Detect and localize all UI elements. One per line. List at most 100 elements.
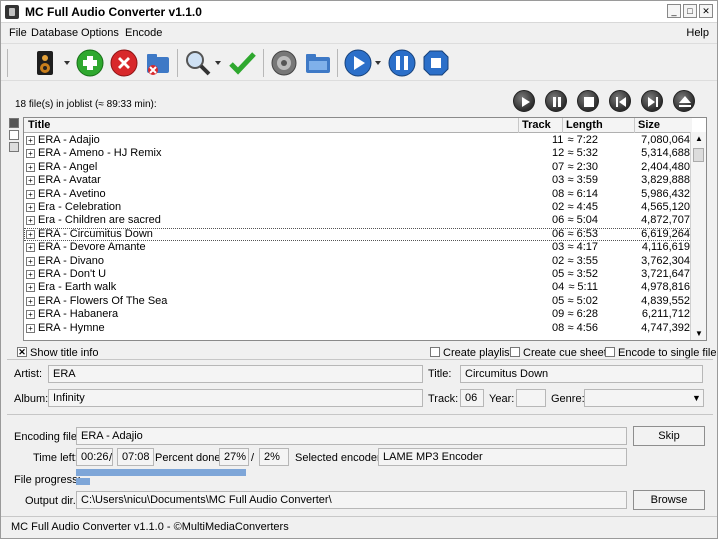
table-row[interactable]: + ERA - Habanera 09 ≈ 6:28 6,211,712 (24, 308, 692, 321)
table-row[interactable]: + ERA - Devore Amante 03 ≈ 4:17 4,116,619 (24, 241, 692, 254)
eject-button[interactable] (673, 90, 695, 112)
table-row[interactable]: + ERA - Angel 07 ≈ 2:30 2,404,480 (24, 161, 692, 174)
expand-icon[interactable]: + (26, 283, 35, 293)
scroll-down-icon[interactable]: ▼ (695, 329, 703, 338)
pause-icon[interactable] (387, 48, 417, 78)
menu-encode[interactable]: Encode (125, 27, 162, 39)
row-title: Era - Earth walk (38, 281, 117, 294)
expand-icon[interactable]: + (26, 149, 35, 159)
time-left-field: 00:26 (76, 448, 113, 466)
table-row[interactable]: + ERA - Don't U 05 ≈ 3:52 3,721,647 (24, 268, 692, 281)
expand-icon[interactable]: + (26, 310, 35, 320)
minimize-button[interactable]: _ (667, 4, 681, 18)
settings-icon[interactable] (269, 48, 299, 78)
percent-file-field: 27% (219, 448, 249, 466)
track-field[interactable]: 06 (460, 389, 484, 407)
edit-toggle-icon[interactable] (9, 142, 19, 152)
create-playlist-checkbox[interactable] (430, 347, 440, 357)
folder-icon[interactable] (303, 48, 333, 78)
menu-options[interactable]: Options (81, 27, 119, 39)
row-track: 03 (552, 241, 565, 254)
stop-icon[interactable] (421, 48, 451, 78)
header-title[interactable]: Title (28, 119, 50, 132)
file-progress-bar (76, 469, 706, 487)
table-row[interactable]: + ERA - Hymne 08 ≈ 4:56 4,747,392 (24, 322, 692, 335)
table-row[interactable]: + Era - Celebration 02 ≈ 4:45 4,565,120 (24, 201, 692, 214)
row-title: ERA - Don't U (38, 268, 107, 280)
show-title-info-label: Show title info (30, 347, 99, 359)
expand-icon[interactable]: + (26, 176, 35, 186)
album-field[interactable]: Infinity (48, 389, 423, 407)
next-button[interactable] (641, 90, 663, 112)
database-icon[interactable] (143, 48, 173, 78)
expand-icon[interactable]: + (26, 243, 35, 253)
menu-help[interactable]: Help (686, 27, 709, 39)
artist-field[interactable]: ERA (48, 365, 423, 383)
expand-icon[interactable]: + (26, 256, 35, 266)
row-title: ERA - Flowers Of The Sea (38, 294, 168, 307)
menu-file[interactable]: File (9, 27, 27, 39)
browse-button[interactable]: Browse (633, 490, 705, 510)
play-button[interactable] (513, 90, 535, 112)
output-dir-field[interactable]: C:\Users\nicu\Documents\MC Full Audio Co… (76, 491, 627, 509)
expand-icon[interactable]: + (26, 203, 35, 212)
previous-button[interactable] (609, 90, 631, 112)
header-length[interactable]: Length (566, 119, 603, 132)
remove-icon[interactable] (109, 48, 139, 78)
genre-select[interactable] (584, 389, 704, 407)
create-cue-sheet-checkbox[interactable] (510, 347, 520, 357)
add-icon[interactable] (75, 48, 105, 78)
table-row[interactable]: + ERA - Flowers Of The Sea 05 ≈ 5:02 4,839,5… (24, 295, 692, 308)
joblist-info: 18 file(s) in joblist (≈ 89:33 min): (15, 99, 157, 110)
scroll-up-icon[interactable]: ▲ (695, 134, 703, 143)
expand-icon[interactable]: + (26, 216, 35, 226)
speaker-icon[interactable] (31, 48, 61, 78)
expand-icon[interactable]: + (26, 229, 35, 239)
header-size[interactable]: Size (638, 119, 660, 132)
table-scrollbar[interactable]: ▲ ▼ (690, 132, 706, 340)
row-title: ERA - Circumitus Down (38, 227, 153, 240)
play-icon[interactable] (343, 48, 373, 78)
table-row[interactable]: + ERA - Ameno - HJ Remix 12 ≈ 5:32 5,314,688 (24, 147, 692, 160)
stop-button[interactable] (577, 90, 599, 112)
show-title-info-checkbox[interactable]: ✕ (17, 347, 27, 357)
table-row[interactable]: + ERA - Avetino 08 ≈ 6:14 5,986,432 (24, 188, 692, 201)
table-row[interactable]: + Era - Children are sacred 06 ≈ 5:04 4,872,… (24, 214, 692, 227)
title-field[interactable]: Circumitus Down (460, 365, 703, 383)
app-icon (5, 5, 19, 19)
expand-icon[interactable]: + (26, 270, 35, 279)
view-toggle-icon[interactable] (9, 118, 19, 128)
restore-button[interactable]: □ (683, 4, 697, 18)
expand-icon[interactable]: + (26, 296, 35, 306)
view-toggle-icon[interactable] (9, 130, 19, 140)
scroll-thumb[interactable] (693, 148, 704, 162)
close-button[interactable]: ✕ (699, 4, 713, 18)
table-row[interactable]: + ERA - Circumitus Down 06 ≈ 6:53 6,619,264 (24, 227, 692, 241)
chevron-down-icon[interactable]: ▼ (692, 393, 701, 403)
row-track: 04 (552, 281, 565, 294)
encoder-field: LAME MP3 Encoder (378, 448, 627, 466)
expand-icon[interactable]: + (26, 323, 35, 333)
menu-database[interactable]: Database (31, 27, 78, 39)
row-size: 4,839,552 (641, 294, 690, 307)
year-field[interactable] (516, 389, 546, 407)
table-row[interactable]: + Era - Earth walk 04 ≈ 5:11 4,978,816 (24, 281, 692, 294)
expand-icon[interactable]: + (26, 162, 35, 172)
header-track[interactable]: Track (522, 119, 551, 132)
table-row[interactable]: + ERA - Avatar 03 ≈ 3:59 3,829,888 (24, 174, 692, 187)
file-progress-fill (76, 469, 246, 476)
search-icon[interactable] (183, 48, 213, 78)
expand-icon[interactable]: + (26, 189, 35, 199)
table-row[interactable]: + ERA - Adajio 11 ≈ 7:22 7,080,064 (24, 134, 692, 147)
create-cue-sheet-label: Create cue sheet (523, 347, 607, 359)
row-size: 6,211,712 (641, 308, 690, 321)
row-title: ERA - Habanera (38, 308, 119, 321)
skip-button[interactable]: Skip (633, 426, 705, 446)
expand-icon[interactable]: + (26, 136, 35, 145)
row-track: 06 (552, 214, 565, 227)
check-icon[interactable] (227, 48, 257, 78)
table-row[interactable]: + ERA - Divano 02 ≈ 3:55 3,762,304 (24, 255, 692, 268)
pause-button[interactable] (545, 90, 567, 112)
row-length: ≈ 6:28 (567, 308, 598, 321)
encode-single-checkbox[interactable] (605, 347, 615, 357)
